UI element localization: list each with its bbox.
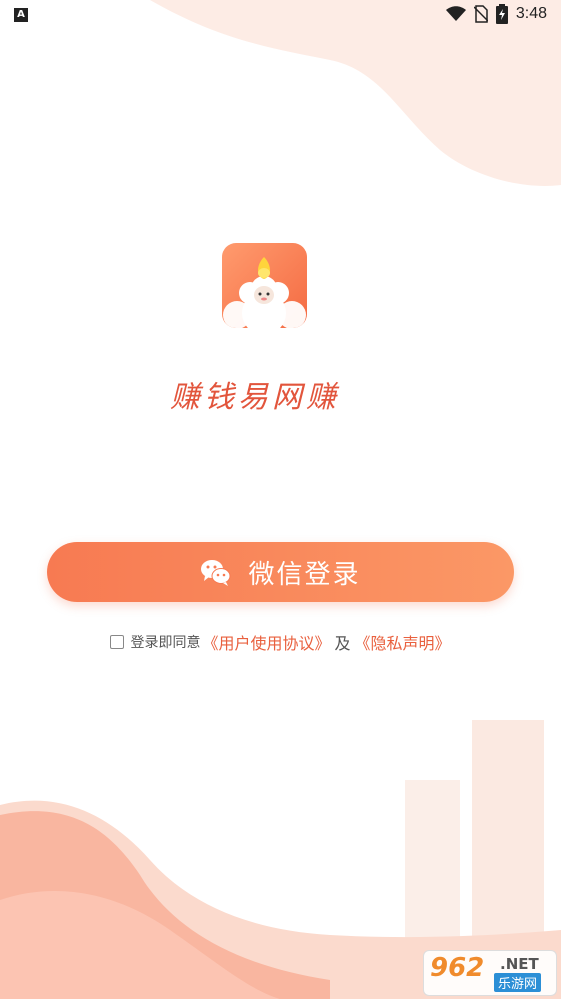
- watermark-number: 962: [430, 953, 485, 983]
- notification-indicator-icon: A: [14, 8, 28, 22]
- wechat-login-button[interactable]: 微信登录: [47, 542, 514, 602]
- battery-charging-icon: [495, 4, 508, 24]
- agreement-row: 登录即同意 《用户使用协议》 及 《隐私声明》: [0, 630, 561, 654]
- agreement-conjunction: 及: [334, 634, 351, 653]
- watermark-site-name: 乐游网: [494, 973, 542, 992]
- agreement-prefix: 登录即同意: [130, 635, 201, 651]
- sheep-mascot-icon: [223, 257, 306, 328]
- privacy-policy-link[interactable]: 《隐私声明》: [355, 630, 451, 654]
- status-bar: A 3:48: [0, 0, 561, 30]
- app-logo: [222, 243, 307, 328]
- site-watermark: 962 .NET 乐游网: [423, 950, 557, 996]
- user-agreement-link[interactable]: 《用户使用协议》: [202, 630, 330, 654]
- clock: 3:48: [515, 5, 547, 22]
- wechat-login-label: 微信登录: [248, 559, 361, 590]
- background-decoration: [0, 0, 561, 999]
- agreement-checkbox[interactable]: [110, 635, 125, 649]
- no-sim-icon: [473, 5, 488, 23]
- status-icons: 3:48: [445, 4, 547, 24]
- app-name: 赚钱易网赚: [170, 380, 340, 415]
- wechat-icon: [201, 560, 231, 586]
- wifi-icon: [445, 6, 466, 21]
- watermark-suffix: .NET: [500, 955, 539, 973]
